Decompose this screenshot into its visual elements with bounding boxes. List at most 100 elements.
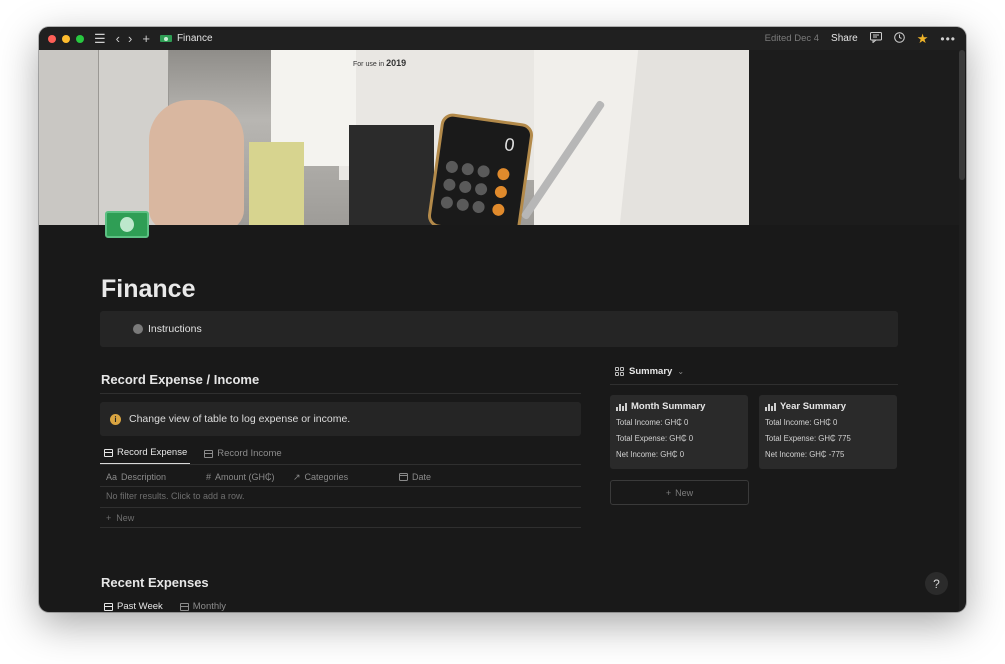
tab-record-income[interactable]: Record Income bbox=[200, 444, 284, 465]
table-icon bbox=[104, 602, 113, 611]
calculator-button bbox=[476, 164, 491, 179]
tab-label: Record Income bbox=[217, 448, 282, 459]
calculator-button bbox=[496, 167, 511, 181]
divider bbox=[100, 527, 581, 528]
calculator-button bbox=[442, 177, 457, 192]
sidebar-menu-icon[interactable]: ☰ bbox=[94, 32, 106, 45]
total-expense-line: Total Expense: GH₵ 775 bbox=[765, 434, 851, 443]
column-label: Amount (GH₵) bbox=[215, 472, 275, 482]
instructions-icon bbox=[133, 324, 143, 334]
cover-calculator: 0 bbox=[426, 112, 535, 225]
new-row-button[interactable]: + New bbox=[100, 508, 581, 528]
topbar-actions: Edited Dec 4 Share ★ ••• bbox=[764, 31, 956, 46]
minimize-window-button[interactable] bbox=[62, 34, 70, 43]
forward-arrow-icon[interactable]: › bbox=[128, 32, 132, 45]
calculator-button bbox=[471, 200, 486, 214]
calculator-button bbox=[440, 195, 454, 210]
title-bar: ☰ ‹ › + Finance Edited Dec 4 Share ★ ••• bbox=[39, 27, 966, 50]
tab-past-week[interactable]: Past Week bbox=[100, 598, 166, 612]
calculator-button bbox=[494, 185, 508, 199]
column-description[interactable]: Aa Description bbox=[106, 472, 166, 482]
share-button[interactable]: Share bbox=[831, 33, 858, 44]
calculator-button bbox=[460, 162, 475, 176]
number-type-icon: # bbox=[206, 472, 212, 482]
more-options-icon[interactable]: ••• bbox=[940, 33, 956, 45]
bar-chart-icon bbox=[765, 402, 776, 411]
tab-label: Record Expense bbox=[117, 447, 188, 458]
favorite-star-icon[interactable]: ★ bbox=[917, 32, 929, 45]
table-icon bbox=[104, 448, 113, 457]
calculator-button bbox=[458, 180, 473, 194]
calculator-button bbox=[474, 182, 488, 196]
column-label: Date bbox=[412, 472, 432, 482]
net-income-line: Net Income: GH₵ 0 bbox=[616, 450, 685, 459]
divider bbox=[100, 464, 581, 465]
new-row-label: New bbox=[116, 513, 135, 523]
cover-plank bbox=[39, 50, 99, 225]
breadcrumb[interactable]: Finance bbox=[159, 33, 213, 44]
divider bbox=[100, 393, 581, 394]
cover-image[interactable]: For use in 2019 0 bbox=[39, 50, 959, 225]
total-income-line: Total Income: GH₵ 0 bbox=[616, 418, 689, 427]
page-title[interactable]: Finance bbox=[101, 275, 195, 304]
calculator-button bbox=[445, 160, 459, 174]
back-arrow-icon[interactable]: ‹ bbox=[116, 32, 120, 45]
table-icon bbox=[179, 602, 189, 611]
card-title: Year Summary bbox=[765, 401, 891, 412]
calendar-icon bbox=[399, 472, 408, 483]
record-view-tabs: Record Expense Record Income bbox=[100, 444, 285, 465]
column-date[interactable]: Date bbox=[399, 472, 431, 483]
relation-type-icon: ↗ bbox=[293, 471, 301, 482]
calculator-button bbox=[491, 203, 506, 217]
instructions-label: Instructions bbox=[148, 323, 202, 335]
page-money-icon[interactable] bbox=[105, 211, 149, 238]
card-title-text: Month Summary bbox=[631, 401, 706, 412]
add-page-icon[interactable]: + bbox=[142, 32, 150, 45]
column-amount[interactable]: # Amount (GH₵) bbox=[206, 472, 275, 482]
maximize-window-button[interactable] bbox=[76, 34, 84, 43]
card-title: Month Summary bbox=[616, 401, 742, 412]
empty-table-row[interactable]: No filter results. Click to add a row. bbox=[100, 486, 581, 506]
scrollbar[interactable] bbox=[959, 50, 965, 612]
recent-view-tabs: Past Week Monthly bbox=[100, 598, 229, 612]
chevron-down-icon: ⌄ bbox=[677, 367, 685, 376]
empty-table-text: No filter results. Click to add a row. bbox=[106, 491, 245, 501]
summary-view-label: Summary bbox=[629, 366, 673, 377]
edited-timestamp: Edited Dec 4 bbox=[764, 33, 820, 44]
month-summary-card[interactable]: Month Summary Total Income: GH₵ 0 Total … bbox=[610, 395, 748, 469]
tab-monthly[interactable]: Monthly bbox=[176, 598, 229, 612]
calculator-button bbox=[455, 198, 470, 212]
cover-sleeve bbox=[749, 50, 959, 225]
plus-icon: + bbox=[106, 513, 112, 523]
column-label: Description bbox=[121, 472, 167, 482]
total-income-line: Total Income: GH₵ 0 bbox=[765, 418, 838, 427]
column-categories[interactable]: ↗ Categories bbox=[293, 472, 348, 483]
tab-label: Past Week bbox=[117, 601, 163, 612]
info-callout-text: Change view of table to log expense or i… bbox=[129, 413, 351, 425]
app-window: ☰ ‹ › + Finance Edited Dec 4 Share ★ ••• bbox=[39, 27, 966, 612]
cover-hand bbox=[149, 100, 244, 225]
breadcrumb-page-name: Finance bbox=[176, 33, 213, 44]
divider bbox=[610, 384, 898, 385]
help-button[interactable]: ? bbox=[925, 572, 948, 595]
scrollbar-thumb[interactable] bbox=[959, 50, 965, 180]
comments-icon[interactable] bbox=[869, 31, 882, 46]
recent-expenses-heading: Recent Expenses bbox=[101, 575, 209, 590]
close-window-button[interactable] bbox=[48, 34, 56, 43]
info-icon: i bbox=[110, 413, 121, 425]
total-expense-line: Total Expense: GH₵ 0 bbox=[616, 434, 694, 443]
new-summary-label: New bbox=[675, 487, 694, 498]
record-section-heading: Record Expense / Income bbox=[101, 372, 260, 387]
column-label: Categories bbox=[304, 472, 349, 482]
year-summary-card[interactable]: Year Summary Total Income: GH₵ 0 Total E… bbox=[759, 395, 897, 469]
tab-label: Monthly bbox=[192, 601, 227, 612]
instructions-toggle[interactable]: Instructions bbox=[100, 311, 898, 347]
window-controls bbox=[48, 34, 84, 43]
new-summary-button[interactable]: + New bbox=[610, 480, 749, 505]
bar-chart-icon bbox=[616, 402, 627, 411]
tab-record-expense[interactable]: Record Expense bbox=[100, 444, 191, 465]
gallery-icon bbox=[615, 367, 624, 376]
card-title-text: Year Summary bbox=[780, 401, 847, 412]
summary-view-selector[interactable]: Summary ⌄ bbox=[615, 366, 684, 377]
history-clock-icon[interactable] bbox=[893, 31, 905, 46]
